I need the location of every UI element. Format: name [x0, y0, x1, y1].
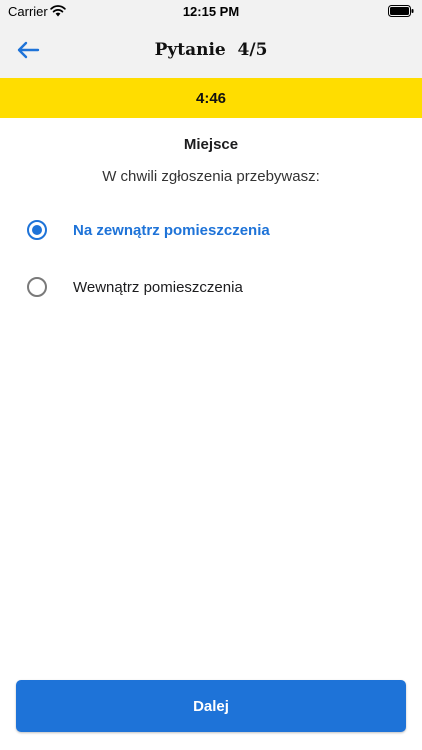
timer-value: 4:46	[195, 89, 227, 107]
top-header: Carrier 12:15 PM Pytanie 4/5	[0, 0, 422, 78]
option-label: Wewnątrz pomieszczenia	[73, 278, 243, 296]
status-time: 12:15 PM	[182, 4, 240, 19]
timer-bar: 4:46	[0, 78, 422, 118]
battery-icon	[388, 5, 414, 17]
next-button[interactable]: Dalej	[16, 680, 406, 732]
radio-selected-icon[interactable]	[27, 220, 47, 240]
nav-bar: Pytanie 4/5	[0, 22, 422, 78]
option-label: Na zewnątrz pomieszczenia	[73, 221, 270, 239]
radio-unselected-icon[interactable]	[27, 277, 47, 297]
option-outside[interactable]: Na zewnątrz pomieszczenia	[20, 210, 402, 250]
option-inside[interactable]: Wewnątrz pomieszczenia	[20, 267, 402, 307]
status-bar: Carrier 12:15 PM	[0, 0, 422, 22]
page-title: Pytanie 4/5	[154, 40, 268, 60]
section-title: Miejsce	[183, 136, 239, 153]
question-text: W chwili zgłoszenia przebywasz:	[102, 168, 320, 185]
